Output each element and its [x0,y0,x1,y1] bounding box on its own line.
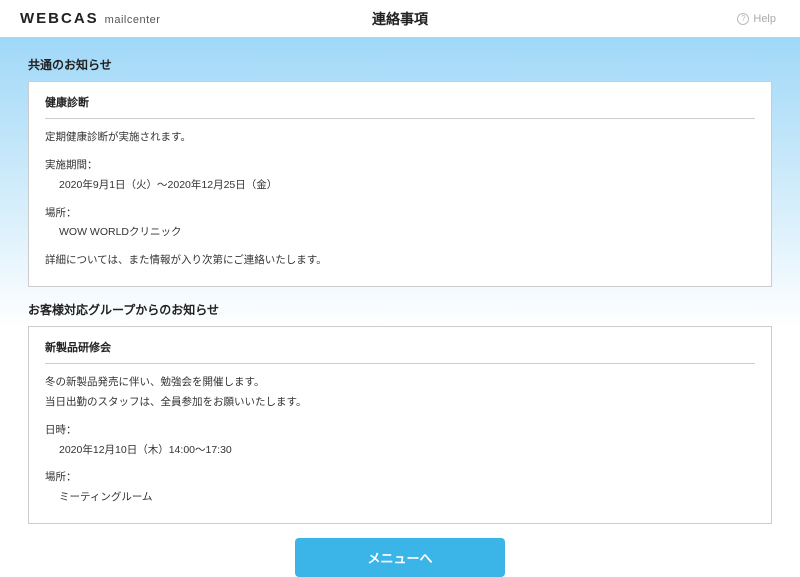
header-bar: WEBCAS mailcenter 連絡事項 ? Help [0,0,800,38]
notice-body: 冬の新製品発売に伴い、勉強会を開催します。 当日出勤のスタッフは、全員参加をお願… [45,374,755,507]
help-icon: ? [737,13,749,25]
notice-line: 詳細については、また情報が入り次第にご連絡いたします。 [45,252,755,270]
notice-line: 冬の新製品発売に伴い、勉強会を開催します。 [45,374,755,392]
help-label: Help [753,13,776,25]
notice-line: 場所： [45,205,755,223]
notice-card-group: 新製品研修会 冬の新製品発売に伴い、勉強会を開催します。 当日出勤のスタッフは、… [28,326,772,524]
notice-line: 日時： [45,422,755,440]
notice-line: 2020年9月1日（火）～2020年12月25日（金） [45,177,755,195]
page-title: 連絡事項 [372,9,428,29]
notice-card-common: 健康診断 定期健康診断が実施されます。 実施期間： 2020年9月1日（火）～2… [28,81,772,287]
notice-line: 実施期間： [45,157,755,175]
menu-button[interactable]: メニューへ [295,538,505,577]
logo-sub: mailcenter [105,14,161,26]
logo-main: WEBCAS [20,10,99,27]
section-heading-common: 共通のお知らせ [28,56,772,73]
notice-line: WOW WORLDクリニック [45,224,755,242]
help-link[interactable]: ? Help [737,13,776,25]
notice-line: 2020年12月10日（木）14:00～17:30 [45,442,755,460]
notice-line: ミーティングルーム [45,489,755,507]
notice-title: 新製品研修会 [45,339,755,364]
app-logo: WEBCAS mailcenter [20,10,160,27]
notice-line: 当日出勤のスタッフは、全員参加をお願いいたします。 [45,394,755,412]
main-content: 共通のお知らせ 健康診断 定期健康診断が実施されます。 実施期間： 2020年9… [0,38,800,520]
notice-body: 定期健康診断が実施されます。 実施期間： 2020年9月1日（火）～2020年1… [45,129,755,270]
section-heading-group: お客様対応グループからのお知らせ [28,301,772,318]
notice-line: 場所： [45,469,755,487]
notice-title: 健康診断 [45,94,755,119]
notice-line: 定期健康診断が実施されます。 [45,129,755,147]
